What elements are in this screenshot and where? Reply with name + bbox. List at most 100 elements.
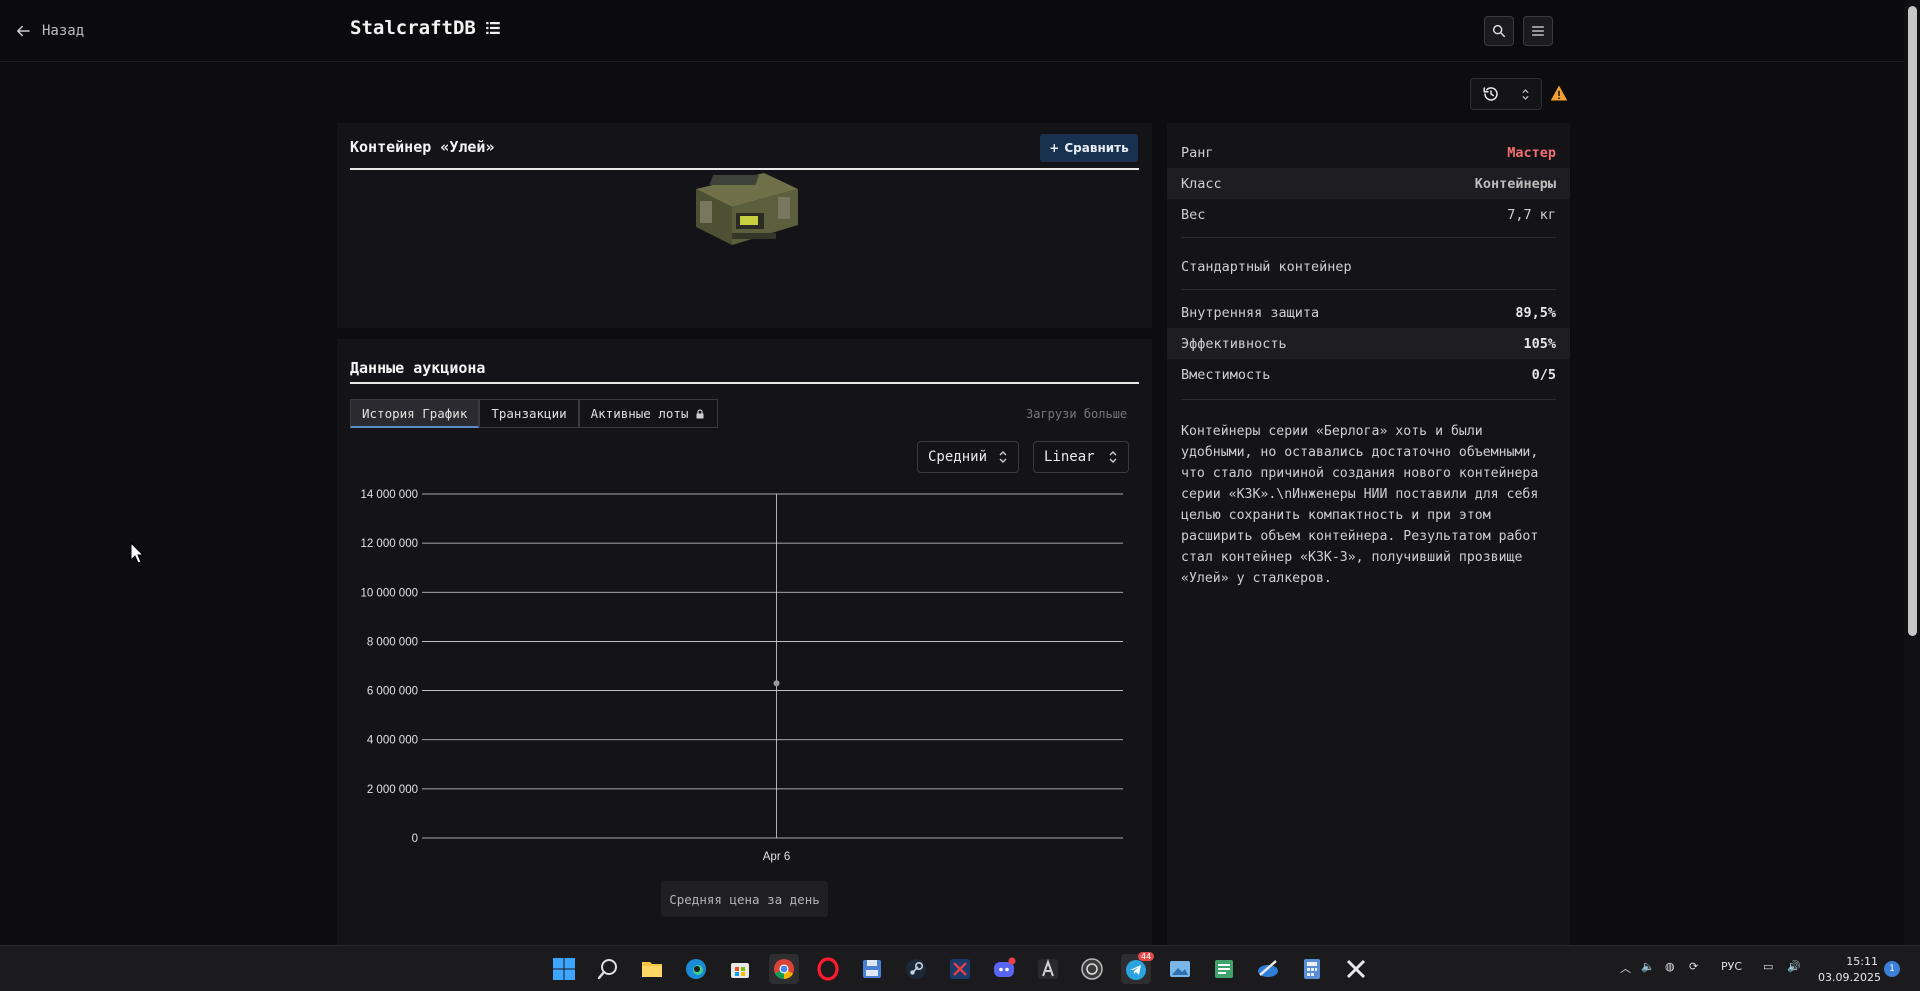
back-label: Назад (42, 23, 85, 39)
tab-label: История График (362, 405, 468, 421)
taskbar-image-viewer[interactable] (1165, 954, 1195, 984)
scale-select[interactable]: Linear (1033, 441, 1129, 473)
tray-audio-icon[interactable]: 🔈 (1641, 960, 1655, 973)
item-panel: Контейнер «Улей» + Сравнить (337, 123, 1152, 328)
taskbar-opera[interactable] (813, 954, 843, 984)
mode-select[interactable]: Средний (917, 441, 1019, 473)
item-title: Контейнер «Улей» (350, 138, 495, 156)
brush-icon (1258, 960, 1278, 977)
y-tick-label: 6 000 000 (367, 686, 418, 698)
y-tick-label: 12 000 000 (360, 538, 418, 550)
divider (1181, 237, 1556, 238)
taskbar-telegram[interactable]: 44 (1121, 952, 1155, 984)
prop-label: Эффективность (1181, 335, 1287, 352)
data-point[interactable] (773, 680, 780, 687)
y-tick-label: 4 000 000 (367, 735, 418, 747)
y-tick-label: 8 000 000 (367, 636, 418, 648)
tab-label: Транзакции (491, 406, 567, 421)
plus-icon: + (1049, 141, 1060, 155)
y-tick-label: 14 000 000 (360, 489, 418, 501)
prop-label: Вместимость (1181, 366, 1271, 383)
prop-value: 89,5% (1515, 304, 1556, 321)
taskbar-editor[interactable] (1209, 954, 1239, 984)
telegram-badge: 44 (1138, 952, 1155, 961)
tab-transactions[interactable]: Транзакции (479, 399, 579, 428)
taskbar-store[interactable] (725, 954, 755, 984)
taskbar-paint[interactable] (1253, 954, 1283, 984)
auction-tabs: История График Транзакции Активные лоты (350, 399, 719, 428)
divider (1181, 289, 1556, 290)
notification-badge[interactable]: 1 (1884, 961, 1900, 977)
taskbar-discord[interactable] (989, 954, 1019, 984)
auction-title: Данные аукциона (350, 359, 486, 377)
taskbar-app-cross[interactable] (1341, 954, 1371, 984)
folder-icon (642, 962, 662, 977)
windows-icon (553, 958, 575, 980)
start-button[interactable] (549, 954, 579, 984)
load-more-button[interactable]: Загрузи больше (1026, 407, 1127, 421)
letter-a-icon (1038, 959, 1058, 979)
taskbar-search[interactable] (593, 954, 623, 984)
version-history-select[interactable] (1470, 78, 1542, 110)
taskbar-game-emblem[interactable] (1077, 954, 1107, 984)
taskbar-chrome[interactable] (769, 954, 799, 984)
taskbar-game-a[interactable] (1033, 954, 1063, 984)
mouse-cursor-icon (130, 542, 144, 564)
auction-panel: Данные аукциона История График Транзакци… (337, 339, 1152, 945)
hamburger-icon (1532, 26, 1544, 36)
chrome-icon (774, 959, 794, 980)
search-button[interactable] (1484, 16, 1514, 46)
taskbar-steam[interactable] (901, 954, 931, 984)
taskbar-calculator[interactable] (1297, 954, 1327, 984)
system-clock[interactable]: 15:11 03.09.2025 (1818, 954, 1881, 986)
chevron-updown-icon (1109, 451, 1117, 463)
list-icon (486, 22, 500, 34)
tab-history-chart[interactable]: История График (350, 399, 480, 428)
prop-value: 0/5 (1531, 366, 1556, 383)
page-scrollbar[interactable] (1904, 0, 1920, 945)
search-icon (597, 959, 617, 980)
x-tick-label: Apr 6 (763, 851, 791, 863)
brand-logo[interactable]: StalcraftDB (350, 17, 502, 39)
tray-sync-icon[interactable]: ⟳ (1689, 960, 1698, 973)
crossed-tools-icon (950, 959, 970, 979)
opera-icon (817, 957, 839, 981)
tray-chevron-up-icon[interactable]: ︿ (1620, 960, 1631, 976)
lock-icon (696, 408, 704, 418)
price-chart[interactable]: 14 000 000 12 000 000 10 000 000 8 000 000 6… (337, 479, 1152, 879)
taskbar-explorer[interactable] (637, 954, 667, 984)
clock-time: 15:11 (1846, 955, 1878, 968)
history-icon (1483, 87, 1498, 101)
menu-button[interactable] (1523, 16, 1553, 46)
tray-language[interactable]: РУС (1721, 960, 1742, 973)
item-description: Контейнеры серии «Берлога» хоть и были у… (1181, 424, 1547, 586)
taskbar-app-x[interactable] (945, 954, 975, 984)
auction-divider (350, 382, 1139, 384)
prop-label: Вес (1181, 206, 1206, 223)
properties-panel: Ранг Мастер Класс Контейнеры Вес 7,7 кг … (1167, 123, 1570, 945)
scrollbar-thumb[interactable] (1908, 6, 1917, 636)
taskbar: 44 ︿ 🔈 ◍ ⟳ РУС ▭ 🔊 15:11 03.09.2025 1 (0, 945, 1920, 991)
prop-label: Внутренняя защита (1181, 304, 1320, 321)
warning-icon[interactable] (1550, 84, 1568, 102)
back-button[interactable]: Назад (14, 20, 84, 42)
taskbar-edge[interactable] (681, 954, 711, 984)
prop-capacity: Вместимость 0/5 (1167, 359, 1570, 390)
tray-steam-icon[interactable]: ◍ (1665, 960, 1675, 973)
search-icon (1492, 24, 1506, 38)
prop-value: 7,7 кг (1507, 206, 1556, 223)
compare-label: Сравнить (1064, 141, 1129, 155)
arrow-left-icon (17, 25, 30, 37)
tray-volume-icon[interactable]: 🔊 (1787, 960, 1801, 973)
edge-icon (686, 959, 706, 979)
chart-legend[interactable]: Средняя цена за день (661, 881, 828, 917)
tray-network-icon[interactable]: ▭ (1763, 960, 1773, 973)
taskbar-save-app[interactable] (857, 954, 887, 984)
tab-label: Активные лоты (590, 406, 689, 421)
steam-icon (906, 959, 926, 979)
chevron-updown-icon (999, 451, 1007, 463)
compare-button[interactable]: + Сравнить (1040, 134, 1138, 162)
prop-internal-protection: Внутренняя защита 89,5% (1167, 297, 1570, 328)
tab-active-lots[interactable]: Активные лоты (578, 399, 719, 428)
brand-name: StalcraftDB (350, 17, 476, 39)
